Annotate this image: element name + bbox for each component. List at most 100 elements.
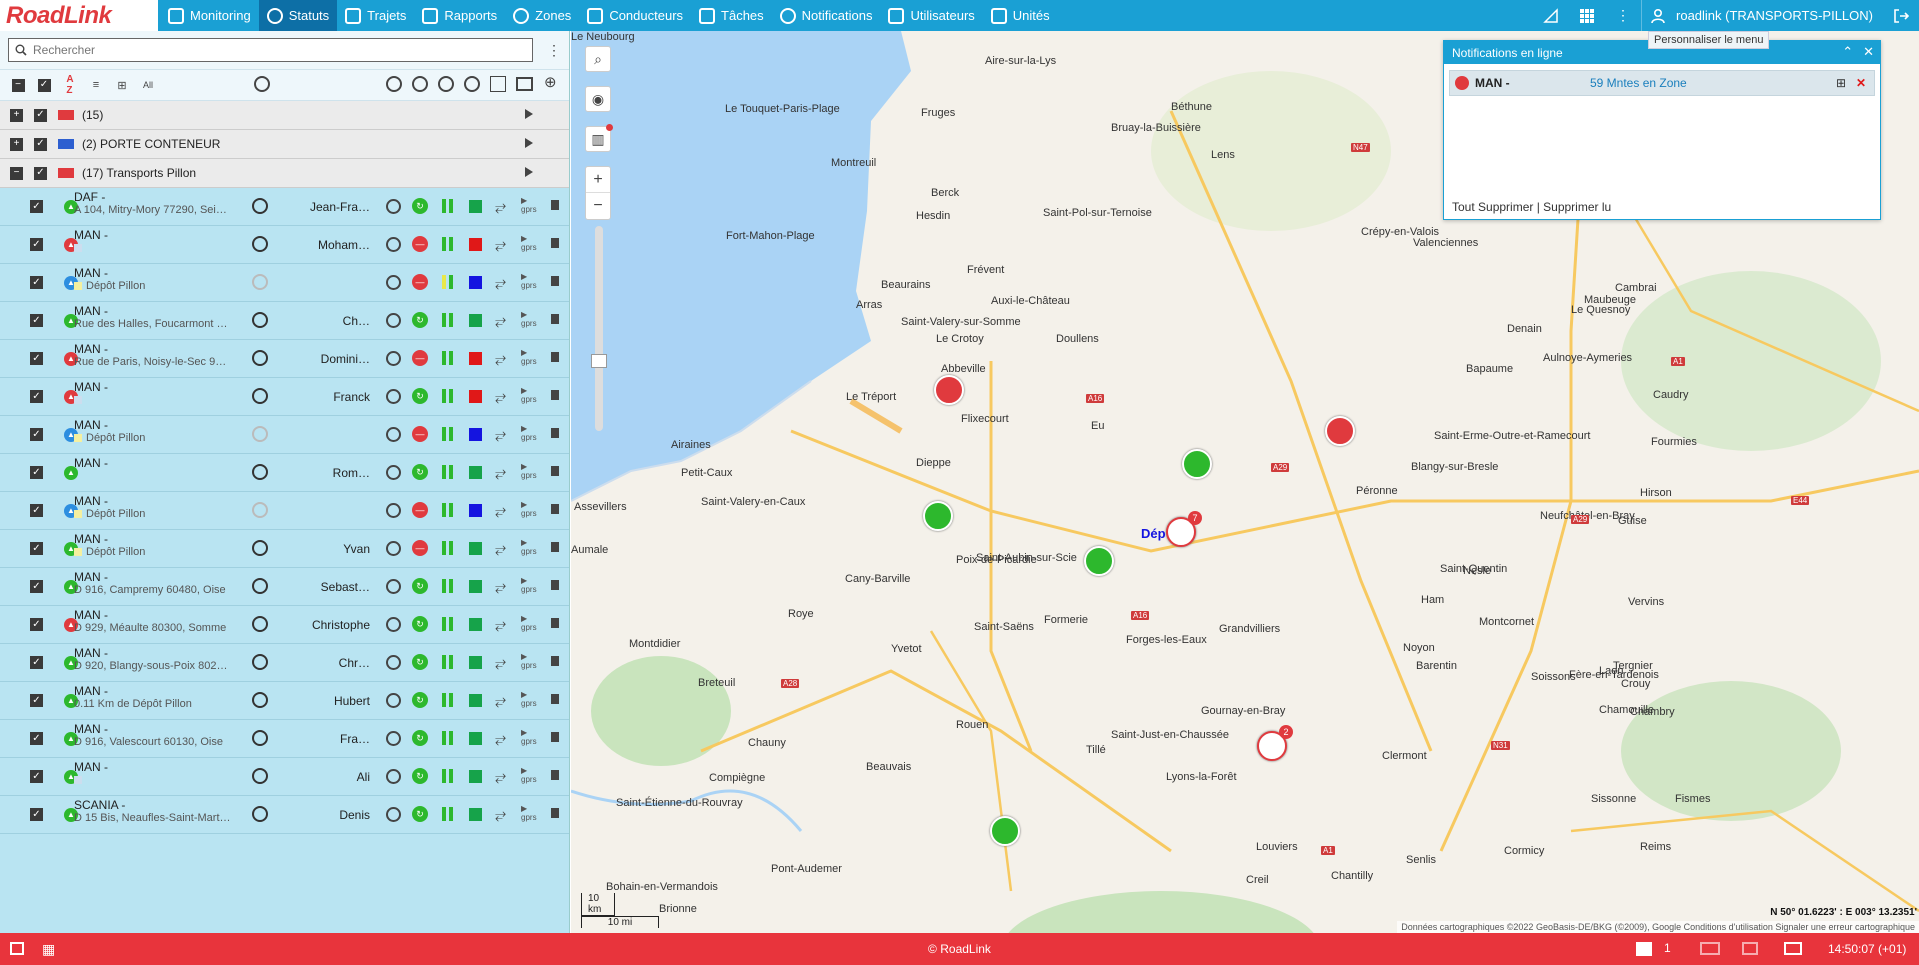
image-icon[interactable] bbox=[1742, 942, 1758, 955]
gprs-icon[interactable]: ▶ gprs bbox=[521, 424, 537, 442]
expand-toggle[interactable]: − bbox=[10, 166, 23, 180]
vehicle-checkbox[interactable]: ✓ bbox=[30, 694, 43, 707]
vehicle-row[interactable]: ✓ ▲ MAN - Dépôt Pillon Yvan — ⥂ ▶ gprs bbox=[0, 530, 569, 568]
flag-icon[interactable] bbox=[551, 314, 559, 324]
vehicle-row[interactable]: ✓ ▲ MAN - Dépôt Pillon — ⥂ ▶ gprs bbox=[0, 264, 569, 302]
nav-units[interactable]: Unités bbox=[983, 0, 1058, 31]
locate-crosshair-icon[interactable] bbox=[386, 693, 401, 708]
relay-icon[interactable]: ⥂ bbox=[495, 426, 506, 443]
speed-column-icon[interactable] bbox=[464, 76, 480, 92]
locate-crosshair-icon[interactable] bbox=[386, 731, 401, 746]
add-column-icon[interactable]: ⊕ bbox=[544, 75, 560, 92]
vehicle-marker[interactable] bbox=[1084, 546, 1114, 576]
flag-icon[interactable] bbox=[551, 618, 559, 628]
flag-icon[interactable] bbox=[551, 808, 559, 818]
gprs-icon[interactable]: ▶ gprs bbox=[521, 576, 537, 594]
relay-icon[interactable]: ⥂ bbox=[495, 806, 506, 823]
nav-statuts[interactable]: Statuts bbox=[258, 0, 338, 31]
visibility-eye-icon[interactable]: ◉ bbox=[585, 86, 611, 112]
steering-wheel-icon[interactable] bbox=[252, 236, 268, 252]
gprs-icon[interactable]: ▶ gprs bbox=[521, 614, 537, 632]
nav-zones[interactable]: Zones bbox=[505, 0, 579, 31]
locate-crosshair-icon[interactable] bbox=[386, 427, 401, 442]
vehicle-checkbox[interactable]: ✓ bbox=[30, 428, 43, 441]
flag-icon[interactable] bbox=[551, 504, 559, 514]
vehicle-checkbox[interactable]: ✓ bbox=[30, 352, 43, 365]
gprs-icon[interactable]: ▶ gprs bbox=[521, 348, 537, 366]
group-checkbox[interactable]: ✓ bbox=[34, 108, 47, 122]
locate-crosshair-icon[interactable] bbox=[386, 579, 401, 594]
map-attribution[interactable]: Données cartographiques ©2022 GeoBasis-D… bbox=[1397, 921, 1919, 933]
nav-monitoring[interactable]: Monitoring bbox=[160, 0, 259, 31]
all-filter[interactable]: All bbox=[138, 75, 158, 95]
steering-wheel-icon[interactable] bbox=[252, 274, 268, 290]
locate-crosshair-icon[interactable] bbox=[386, 807, 401, 822]
nav-trajets[interactable]: Trajets bbox=[337, 0, 414, 31]
vehicle-checkbox[interactable]: ✓ bbox=[30, 542, 43, 555]
locate-crosshair-icon[interactable] bbox=[386, 655, 401, 670]
steering-wheel-icon[interactable] bbox=[252, 464, 268, 480]
gprs-icon[interactable]: ▶ gprs bbox=[521, 804, 537, 822]
expand-icon[interactable]: ⊞ bbox=[1836, 76, 1846, 90]
gprs-icon[interactable]: ▶ gprs bbox=[521, 234, 537, 252]
checkered-flag-column-icon[interactable] bbox=[490, 76, 506, 92]
steering-wheel-icon[interactable] bbox=[252, 806, 268, 822]
group-checkbox[interactable]: ✓ bbox=[34, 137, 47, 151]
vehicle-row[interactable]: ✓ ▲ MAN - Rue des Halles, Foucarmont … Ch… ↻ ⥂… bbox=[0, 302, 569, 340]
steering-wheel-icon[interactable] bbox=[252, 388, 268, 404]
zoom-slider[interactable] bbox=[591, 226, 607, 431]
map-layers-icon[interactable]: ▥ bbox=[585, 124, 613, 152]
vehicle-row[interactable]: ✓ ▲ SCANIA -D 15 Bis, Neaufles-Saint-Mart…… bbox=[0, 796, 569, 834]
gprs-icon[interactable]: ▶ gprs bbox=[521, 386, 537, 404]
relay-icon[interactable]: ⥂ bbox=[495, 692, 506, 709]
relay-icon[interactable]: ⥂ bbox=[495, 616, 506, 633]
truck-icon[interactable] bbox=[1700, 942, 1720, 955]
vehicle-row[interactable]: ✓ ▲ MAN - Ali ↻ ⥂ ▶ gprs bbox=[0, 758, 569, 796]
flag-icon[interactable] bbox=[551, 200, 559, 210]
vehicle-row[interactable]: ✓ ▲ MAN -D 916, Valescourt 60130, Oise Fra…… bbox=[0, 720, 569, 758]
steering-wheel-icon[interactable] bbox=[252, 540, 268, 556]
gprs-icon[interactable]: ▶ gprs bbox=[521, 652, 537, 670]
flag-icon[interactable] bbox=[551, 694, 559, 704]
relay-icon[interactable]: ⥂ bbox=[495, 540, 506, 557]
sort-alpha-icon[interactable]: AZ bbox=[60, 74, 80, 96]
more-vertical-icon[interactable]: ⋮ bbox=[1605, 0, 1641, 31]
group-row[interactable]: + ✓ (15) bbox=[0, 101, 569, 130]
vehicle-checkbox[interactable]: ✓ bbox=[30, 238, 43, 251]
locate-crosshair-icon[interactable] bbox=[386, 389, 401, 404]
collapse-all-icon[interactable]: − bbox=[8, 75, 28, 95]
relay-icon[interactable]: ⥂ bbox=[495, 768, 506, 785]
nav-tches[interactable]: Tâches bbox=[691, 0, 772, 31]
locate-crosshair-icon[interactable] bbox=[386, 351, 401, 366]
steering-wheel-icon[interactable] bbox=[252, 198, 268, 214]
locate-crosshair-icon[interactable] bbox=[386, 275, 401, 290]
flag-icon[interactable] bbox=[551, 238, 559, 248]
gprs-icon[interactable]: ▶ gprs bbox=[521, 310, 537, 328]
map-search-icon[interactable]: ⌕ bbox=[585, 46, 611, 72]
nav-rapports[interactable]: Rapports bbox=[414, 0, 505, 31]
vehicle-cluster-marker[interactable]: 2 bbox=[1257, 725, 1293, 761]
vehicle-row[interactable]: ✓ ▲ MAN - Franck ↻ ⥂ ▶ gprs bbox=[0, 378, 569, 416]
vehicle-marker[interactable] bbox=[990, 816, 1020, 846]
steering-wheel-icon[interactable] bbox=[252, 730, 268, 746]
relay-icon[interactable]: ⥂ bbox=[495, 464, 506, 481]
zoom-slider-handle[interactable] bbox=[591, 354, 607, 368]
group-arrow-icon[interactable] bbox=[525, 167, 533, 177]
vehicle-row[interactable]: ✓ ▲ MAN -D 916, Campremy 60480, Oise Sebast… bbox=[0, 568, 569, 606]
steering-wheel-icon[interactable] bbox=[252, 426, 268, 442]
vehicle-row[interactable]: ✓ ▲ DAF -A 104, Mitry-Mory 77290, Sei… Jean… bbox=[0, 188, 569, 226]
zoom-in-button[interactable]: + bbox=[586, 167, 610, 193]
notification-item[interactable]: MAN - 59 Mntes en Zone ⊞ ✕ bbox=[1449, 70, 1875, 96]
vehicle-checkbox[interactable]: ✓ bbox=[30, 580, 43, 593]
steering-wheel-icon[interactable] bbox=[252, 616, 268, 632]
vehicle-checkbox[interactable]: ✓ bbox=[30, 276, 43, 289]
vehicle-row[interactable]: ✓ ▲ MAN -0.11 Km de Dépôt Pillon Hubert ↻ ⥂ ▶ g… bbox=[0, 682, 569, 720]
group-checkbox[interactable]: ✓ bbox=[34, 166, 47, 180]
roadlink-logo[interactable]: RoadLink bbox=[0, 0, 158, 31]
locate-crosshair-icon[interactable] bbox=[386, 769, 401, 784]
vehicle-row[interactable]: ✓ ▲ MAN - Dépôt Pillon — ⥂ ▶ gprs bbox=[0, 492, 569, 530]
vehicle-marker[interactable] bbox=[1182, 449, 1212, 479]
vehicle-marker[interactable] bbox=[934, 375, 964, 405]
steering-wheel-icon[interactable] bbox=[252, 768, 268, 784]
gprs-icon[interactable]: ▶ gprs bbox=[521, 690, 537, 708]
